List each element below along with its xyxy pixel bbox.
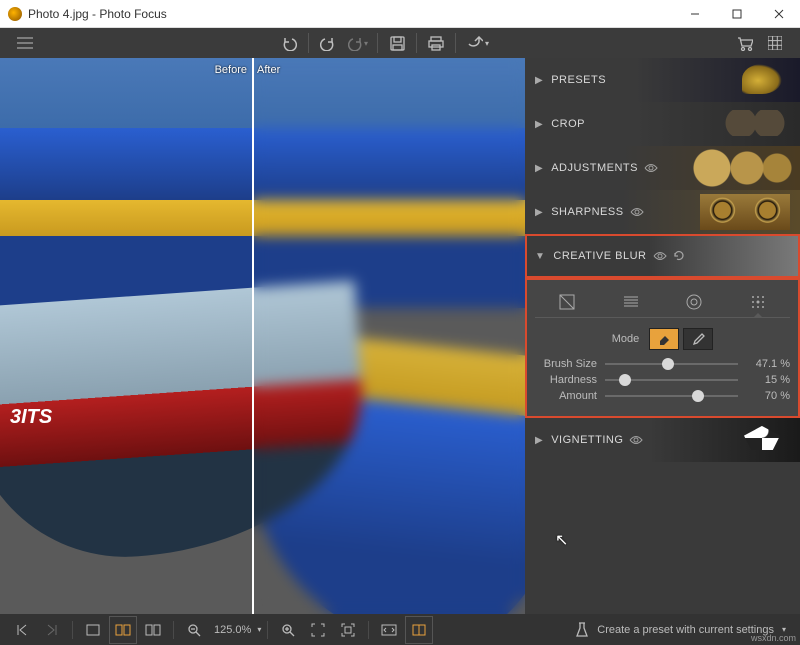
mode-erase-button[interactable] [649,328,679,350]
view-single-button[interactable] [79,616,107,644]
panel-presets[interactable]: ▶ PRESETS [525,58,800,102]
blur-tab-none[interactable] [543,286,591,317]
minimize-button[interactable] [674,0,716,28]
actual-size-button[interactable] [334,616,362,644]
compare-toggle-button[interactable] [405,616,433,644]
eye-icon[interactable] [653,251,667,261]
chevron-right-icon: ▶ [535,435,543,446]
chevron-right-icon: ▶ [535,207,543,218]
window-title: Photo 4.jpg - Photo Focus [28,7,167,21]
cursor-icon: ↖ [555,530,568,550]
compare-swap-button[interactable] [375,616,403,644]
bottom-toolbar: 125.0% ▾ Create a preset with current se… [0,614,800,645]
panel-label: VIGNETTING [551,434,623,446]
amount-slider[interactable]: Amount 70 % [535,390,790,402]
creative-blur-body: Mode Brush Size 47.1 % Hardness 15 % Amo… [525,278,800,418]
menu-button[interactable] [10,28,40,58]
share-button[interactable]: ▾ [460,28,496,58]
redo-menu-button[interactable]: ▾ [343,28,373,58]
zoom-out-button[interactable] [180,616,208,644]
create-preset-button[interactable]: Create a preset with current settings [597,624,774,636]
panel-label: PRESETS [551,74,606,86]
zoom-in-button[interactable] [274,616,302,644]
panel-label: SHARPNESS [551,206,623,218]
slider-value: 70 % [746,390,790,402]
chevron-right-icon: ▶ [535,119,543,130]
app-icon [8,7,22,21]
view-split-button[interactable] [109,616,137,644]
brush-size-slider[interactable]: Brush Size 47.1 % [535,358,790,370]
mode-label: Mode [612,333,640,345]
view-side-button[interactable] [139,616,167,644]
fit-screen-button[interactable] [304,616,332,644]
main-toolbar: ▾ ▾ [0,28,800,58]
eye-icon[interactable] [644,163,658,173]
cart-button[interactable] [730,28,760,58]
chevron-right-icon: ▶ [535,75,543,86]
flask-icon [575,622,589,638]
panel-vignetting[interactable]: ▶ VIGNETTING [525,418,800,462]
panel-sharpness[interactable]: ▶ SHARPNESS [525,190,800,234]
blur-tab-radial[interactable] [670,286,718,317]
panel-label: CREATIVE BLUR [553,250,646,262]
before-label: Before [215,64,247,76]
watermark: wsxdn.com [751,633,796,643]
blur-tab-custom[interactable] [734,286,782,317]
print-button[interactable] [421,28,451,58]
panel-label: ADJUSTMENTS [551,162,638,174]
split-handle[interactable] [252,58,254,614]
save-button[interactable] [382,28,412,58]
hull-number: 3ITS [10,406,52,429]
titlebar: Photo 4.jpg - Photo Focus [0,0,800,28]
canvas[interactable]: 3ITS Before After [0,58,525,614]
after-label: After [257,64,280,76]
mode-brush-button[interactable] [683,328,713,350]
slider-label: Amount [535,390,597,402]
panel-adjustments[interactable]: ▶ ADJUSTMENTS [525,146,800,190]
panel-label: CROP [551,118,585,130]
prev-image-button[interactable] [8,616,36,644]
close-button[interactable] [758,0,800,28]
chevron-right-icon: ▶ [535,163,543,174]
hardness-slider[interactable]: Hardness 15 % [535,374,790,386]
blur-tab-linear[interactable] [607,286,655,317]
panel-crop[interactable]: ▶ CROP [525,102,800,146]
panel-creative-blur[interactable]: ▼ CREATIVE BLUR [525,234,800,278]
reset-icon[interactable] [673,250,685,262]
slider-value: 15 % [746,374,790,386]
zoom-menu-icon[interactable]: ▾ [257,625,261,634]
chevron-down-icon: ▼ [535,251,545,262]
zoom-level[interactable]: 125.0% [210,624,255,636]
slider-label: Hardness [535,374,597,386]
eye-icon[interactable] [629,435,643,445]
slider-value: 47.1 % [746,358,790,370]
maximize-button[interactable] [716,0,758,28]
redo-button[interactable] [313,28,343,58]
eye-icon[interactable] [630,207,644,217]
next-image-button[interactable] [38,616,66,644]
undo-button[interactable] [274,28,304,58]
slider-label: Brush Size [535,358,597,370]
grid-button[interactable] [760,28,790,58]
